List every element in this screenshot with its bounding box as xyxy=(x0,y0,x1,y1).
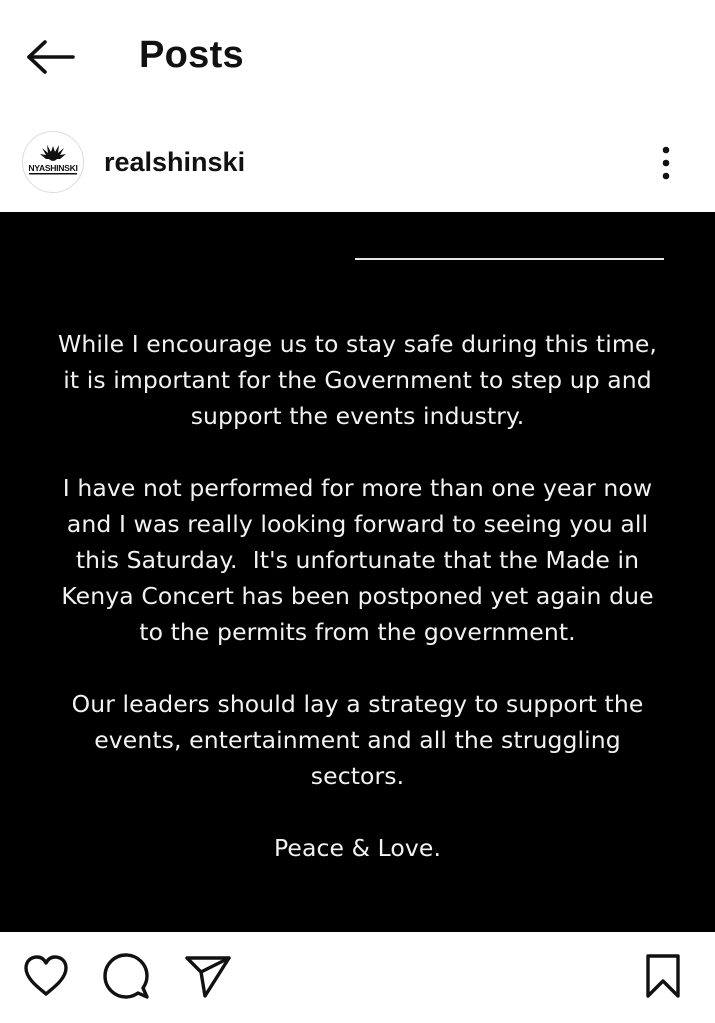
page-title: Posts xyxy=(139,34,244,76)
comment-icon xyxy=(103,953,149,999)
post-paragraph: While I encourage us to stay safe during… xyxy=(0,326,715,434)
svg-text:NYASHINSKI: NYASHINSKI xyxy=(28,163,77,173)
post-image-divider xyxy=(355,258,664,260)
send-icon xyxy=(185,956,231,998)
arrow-left-icon xyxy=(27,40,75,74)
post-text-line: this Saturday. It's unfortunate that the… xyxy=(75,546,640,574)
post-text-line: Our leaders should lay a strategy to sup… xyxy=(71,690,644,718)
post-text-line: Peace & Love. xyxy=(273,834,442,862)
post-paragraph: Peace & Love. xyxy=(0,830,715,866)
avatar[interactable]: NYASHINSKI xyxy=(22,131,84,193)
post-paragraph: Our leaders should lay a strategy to sup… xyxy=(0,686,715,794)
post-detail-screen: Posts NYASHINSKI realshinski While I enc… xyxy=(0,0,715,1023)
post-text-line: sectors. xyxy=(310,762,405,790)
bookmark-icon xyxy=(646,954,680,998)
post-paragraph: I have not performed for more than one y… xyxy=(0,470,715,650)
post-text-line: While I encourage us to stay safe during… xyxy=(57,330,657,358)
post-text-line: to the permits from the government. xyxy=(139,618,576,646)
post-image[interactable]: While I encourage us to stay safe during… xyxy=(0,212,715,932)
more-vertical-icon xyxy=(662,146,670,180)
post-text-line: and I was really looking forward to seei… xyxy=(66,510,649,538)
top-bar: Posts xyxy=(0,0,715,110)
avatar-logo-icon: NYASHINSKI xyxy=(28,145,78,175)
comment-button[interactable] xyxy=(100,950,152,1002)
post-text-line: support the events industry. xyxy=(190,402,525,430)
post-text-line: I have not performed for more than one y… xyxy=(62,474,653,502)
like-button[interactable] xyxy=(20,950,72,1002)
share-button[interactable] xyxy=(181,950,233,1002)
more-options-button[interactable] xyxy=(648,141,684,185)
username[interactable]: realshinski xyxy=(104,145,245,179)
save-button[interactable] xyxy=(637,950,689,1002)
post-image-text: While I encourage us to stay safe during… xyxy=(0,326,715,866)
back-button[interactable] xyxy=(22,34,78,80)
post-actions xyxy=(0,940,715,1020)
post-text-line: Kenya Concert has been postponed yet aga… xyxy=(61,582,654,610)
post-text-line: events, entertainment and all the strugg… xyxy=(94,726,621,754)
post-header: NYASHINSKI realshinski xyxy=(0,125,715,200)
heart-icon xyxy=(24,955,68,996)
post-text-line: it is important for the Government to st… xyxy=(63,366,652,394)
